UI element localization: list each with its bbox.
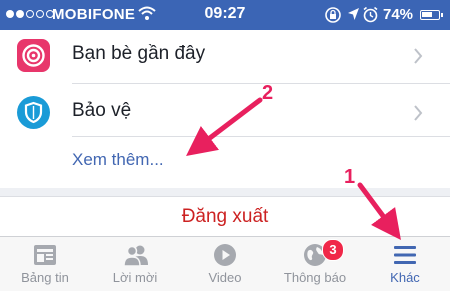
tab-news-feed[interactable]: Bảng tin xyxy=(0,237,90,291)
nearby-friends-icon xyxy=(17,39,50,72)
location-arrow-icon xyxy=(347,7,360,26)
hamburger-menu-icon xyxy=(393,243,417,272)
battery-level-fill xyxy=(422,12,432,17)
tab-notifications[interactable]: 3 Thông báo xyxy=(270,237,360,291)
tab-label: Bảng tin xyxy=(21,270,69,285)
divider xyxy=(72,83,450,84)
see-more-link[interactable]: Xem thêm... xyxy=(72,150,164,170)
menu-item-label: Bảo vệ xyxy=(72,100,132,121)
tab-label: Video xyxy=(208,270,242,285)
menu-item-nearby-friends[interactable]: Bạn bè gần đây xyxy=(0,30,450,83)
alarm-icon xyxy=(362,6,379,28)
battery-percentage: 74% xyxy=(383,6,414,23)
notification-badge: 3 xyxy=(322,239,344,261)
chevron-right-icon xyxy=(413,48,423,69)
menu-item-protect[interactable]: Bảo vệ xyxy=(0,87,450,140)
more-menu-list: Bạn bè gần đây Bảo vệ Xem thêm... xyxy=(0,30,450,188)
tab-more[interactable]: Khác xyxy=(360,237,450,291)
tab-video[interactable]: Video xyxy=(180,237,270,291)
battery-icon xyxy=(420,10,443,20)
video-play-icon xyxy=(213,243,237,272)
logout-button[interactable]: Đăng xuất xyxy=(0,206,450,228)
tab-label: Lời mời xyxy=(112,270,158,285)
tab-label: Thông báo xyxy=(283,270,347,285)
divider xyxy=(72,136,450,137)
annotation-number-2: 2 xyxy=(262,82,274,104)
chevron-right-icon xyxy=(413,105,423,126)
friend-requests-icon xyxy=(123,243,149,272)
annotation-number-1: 1 xyxy=(344,166,356,188)
shield-icon xyxy=(17,96,50,129)
status-bar: MOBIFONE 09:27 74% xyxy=(0,0,450,30)
tab-label: Khác xyxy=(390,270,420,285)
logout-section: Đăng xuất xyxy=(0,196,450,237)
bottom-tab-bar: Bảng tin Lời mời Video 3 Thông báo Khác xyxy=(0,236,450,291)
tab-friend-requests[interactable]: Lời mời xyxy=(90,237,180,291)
menu-item-label: Bạn bè gần đây xyxy=(72,43,206,64)
orientation-lock-icon xyxy=(324,6,342,29)
news-feed-icon xyxy=(33,243,57,272)
